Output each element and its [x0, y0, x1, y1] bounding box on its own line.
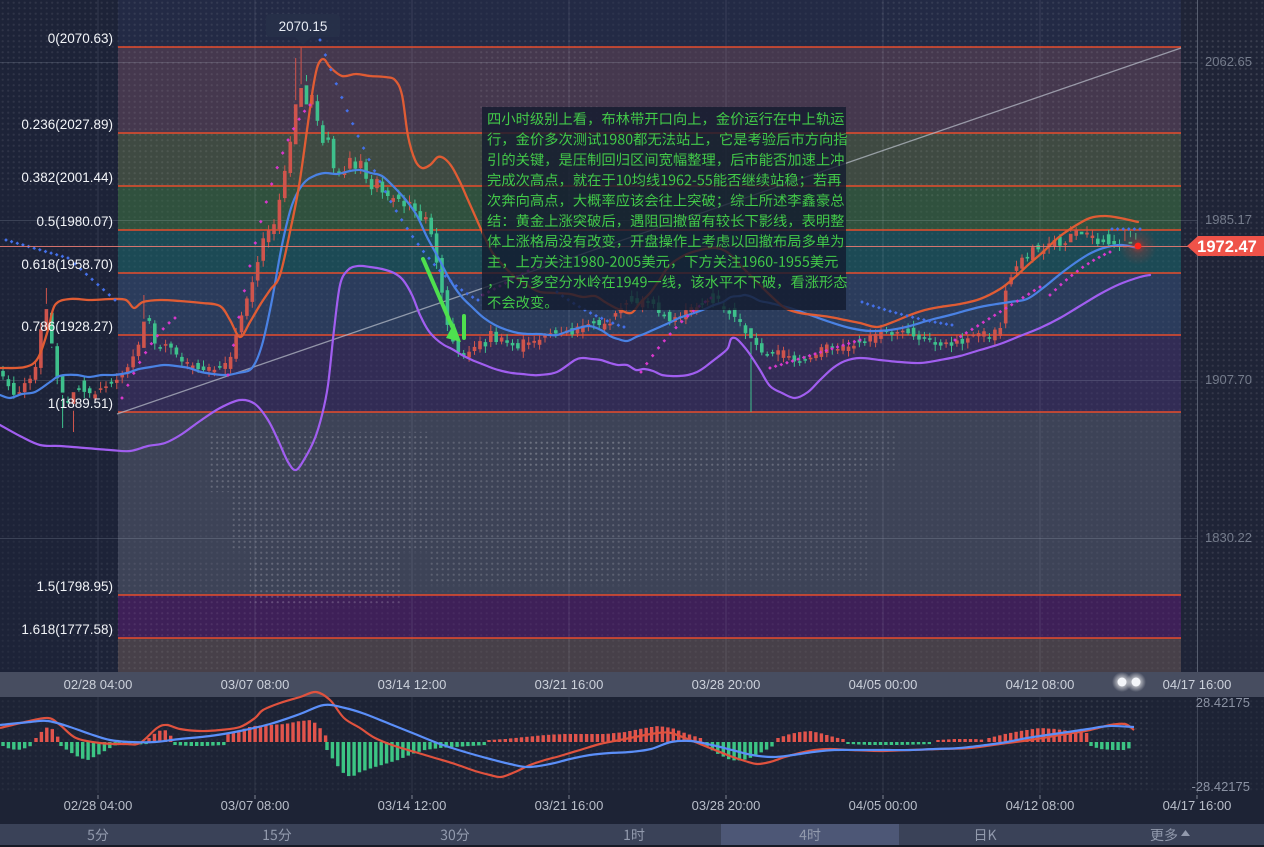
svg-text:03/28 20:00: 03/28 20:00 [692, 798, 761, 813]
svg-text:02/28 04:00: 02/28 04:00 [64, 798, 133, 813]
svg-text:03/28 20:00: 03/28 20:00 [692, 677, 761, 692]
svg-text:1907.70: 1907.70 [1205, 372, 1252, 387]
svg-text:04/17 16:00: 04/17 16:00 [1163, 798, 1232, 813]
svg-text:03/07 08:00: 03/07 08:00 [221, 677, 290, 692]
svg-text:1972.47: 1972.47 [1197, 238, 1257, 256]
svg-text:03/21 16:00: 03/21 16:00 [535, 677, 604, 692]
svg-text:04/12 08:00: 04/12 08:00 [1006, 798, 1075, 813]
svg-text:04/05 00:00: 04/05 00:00 [849, 677, 918, 692]
svg-text:1830.22: 1830.22 [1205, 530, 1252, 545]
svg-text:1985.17: 1985.17 [1205, 212, 1252, 227]
svg-text:1.5(1798.95): 1.5(1798.95) [36, 579, 113, 594]
svg-text:04/05 00:00: 04/05 00:00 [849, 798, 918, 813]
svg-text:1.618(1777.58): 1.618(1777.58) [21, 622, 113, 637]
svg-text:0.786(1928.27): 0.786(1928.27) [21, 319, 113, 334]
svg-text:04/17 16:00: 04/17 16:00 [1163, 677, 1232, 692]
svg-text:0(2070.63): 0(2070.63) [48, 31, 113, 46]
svg-text:2062.65: 2062.65 [1205, 54, 1252, 69]
svg-text:0.5(1980.07): 0.5(1980.07) [36, 214, 113, 229]
svg-text:1(1889.51): 1(1889.51) [48, 396, 113, 411]
svg-text:28.42175: 28.42175 [1196, 695, 1250, 710]
svg-text:0.236(2027.89): 0.236(2027.89) [21, 117, 113, 132]
svg-text:0.618(1958.70): 0.618(1958.70) [21, 257, 113, 272]
svg-text:03/21 16:00: 03/21 16:00 [535, 798, 604, 813]
svg-text:03/14 12:00: 03/14 12:00 [378, 677, 447, 692]
svg-text:03/07 08:00: 03/07 08:00 [221, 798, 290, 813]
svg-text:0.382(2001.44): 0.382(2001.44) [21, 170, 113, 185]
svg-text:02/28 04:00: 02/28 04:00 [64, 677, 133, 692]
svg-text:2070.15: 2070.15 [279, 19, 328, 34]
svg-text:04/12 08:00: 04/12 08:00 [1006, 677, 1075, 692]
svg-text:03/14 12:00: 03/14 12:00 [378, 798, 447, 813]
svg-text:-28.42175: -28.42175 [1191, 779, 1250, 794]
